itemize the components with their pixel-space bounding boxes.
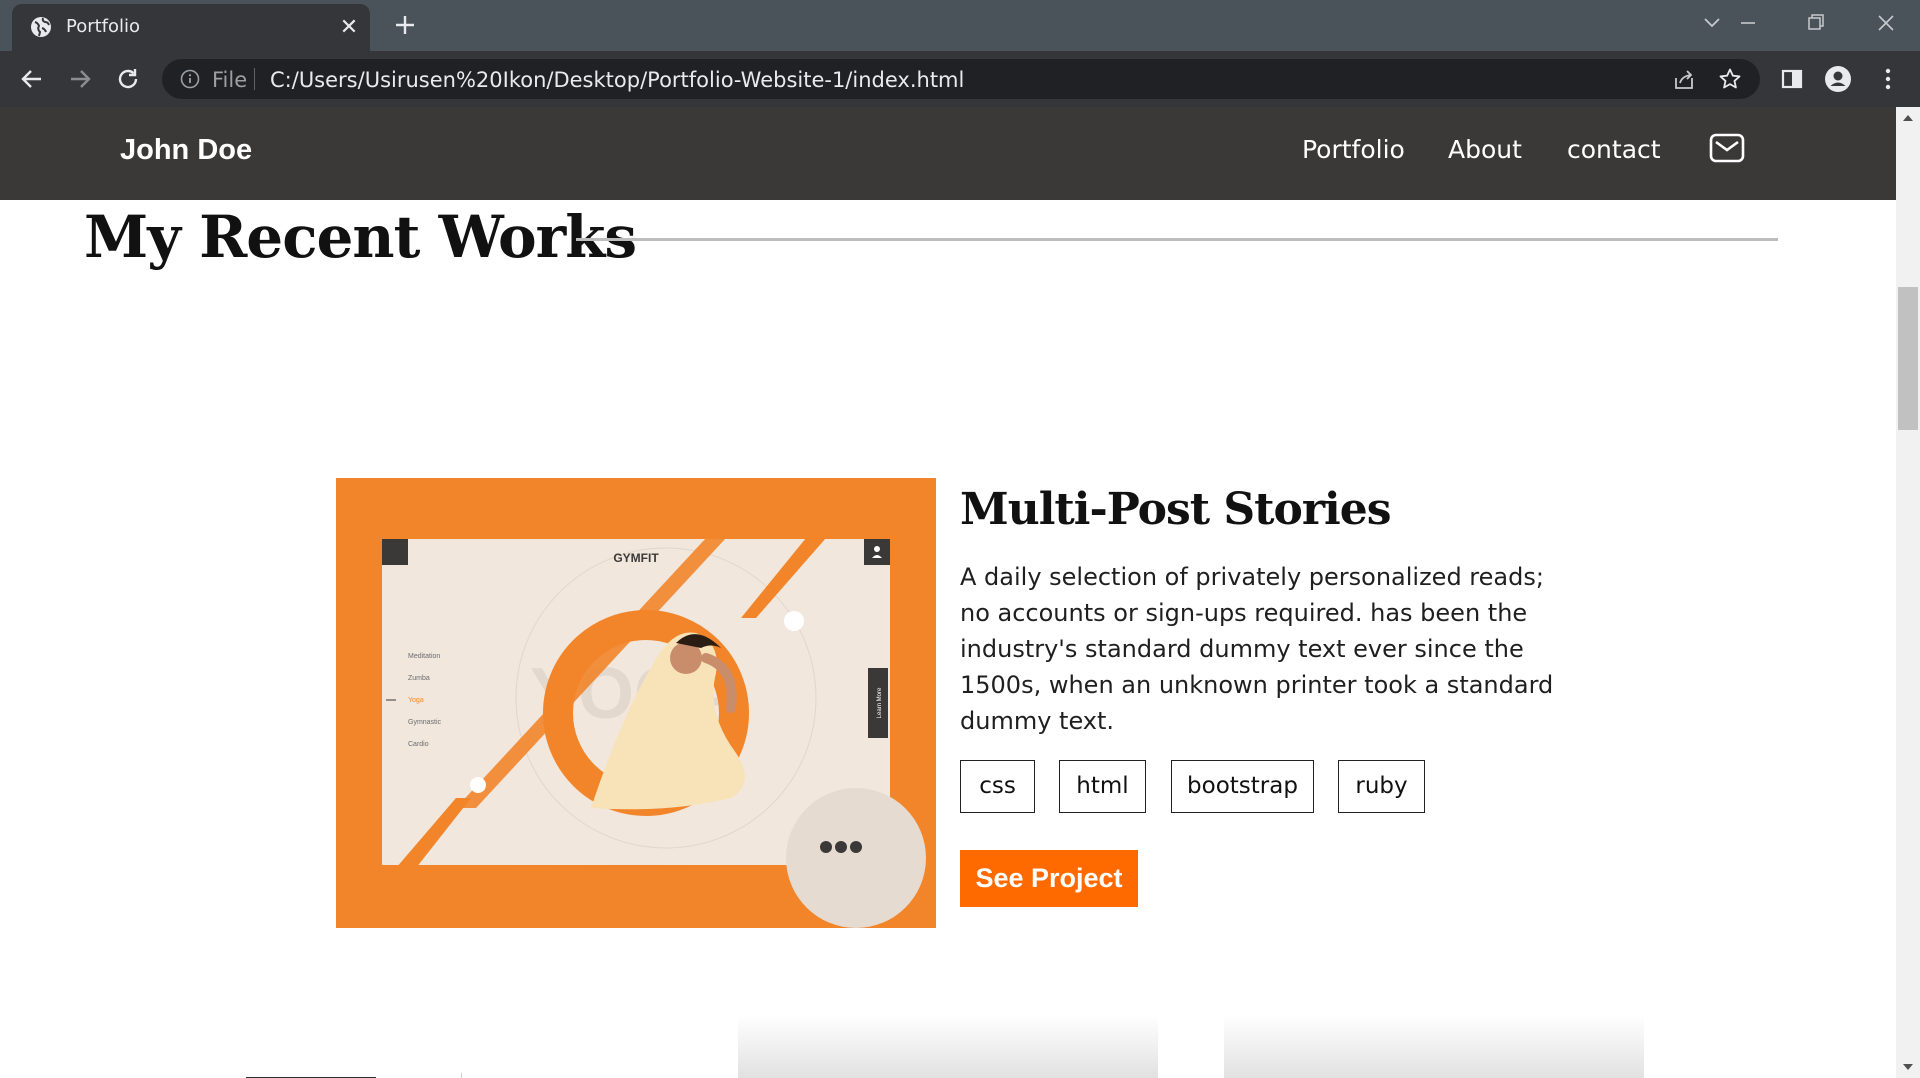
see-project-button[interactable]: See Project (960, 850, 1138, 907)
next-project-card (1224, 1015, 1644, 1078)
minimize-icon[interactable] (1728, 8, 1768, 38)
tab-title: Portfolio (66, 16, 141, 37)
section-title: My Recent Works (84, 203, 637, 271)
title-divider (576, 238, 1778, 241)
more-menu-icon[interactable] (1874, 65, 1902, 93)
new-tab-icon[interactable] (390, 10, 420, 40)
globe-icon (31, 17, 51, 37)
mockup-menu-yoga: Yoga (408, 697, 424, 704)
restore-icon[interactable] (1796, 8, 1836, 38)
nav-link-about[interactable]: About (1448, 135, 1522, 164)
page-viewport: John Doe Portfolio About contact My Rece… (0, 107, 1896, 1078)
vertical-scrollbar[interactable] (1896, 107, 1920, 1078)
info-icon[interactable] (180, 69, 200, 89)
next-project-card (738, 1015, 1158, 1078)
project-screenshot: GYMFIT YOGA Meditation Zumba Yoga Gymnas… (336, 478, 936, 928)
mail-icon[interactable] (1709, 133, 1745, 163)
close-tab-icon[interactable]: ✕ (336, 14, 362, 40)
bookmark-star-icon[interactable] (1718, 67, 1742, 91)
browser-tab-bar: Portfolio ✕ (0, 0, 1920, 51)
mockup-brand: GYMFIT (613, 551, 659, 565)
tab-search-icon[interactable] (1692, 8, 1732, 38)
mockup-menu-meditation: Meditation (408, 653, 440, 660)
project-description: A daily selection of privately personali… (960, 563, 1554, 735)
scrollbar-thumb[interactable] (1898, 287, 1918, 430)
browser-toolbar: File C:/Users/Usirusen%20Ikon/Desktop/Po… (0, 51, 1920, 107)
mockup-menu-cardio: Cardio (408, 741, 429, 748)
next-project-heading-partial (246, 1073, 462, 1078)
mockup-side-button: Learn More (877, 687, 883, 718)
profile-avatar-icon[interactable] (1824, 65, 1852, 93)
tag-css: css (960, 760, 1035, 813)
forward-arrow-icon[interactable] (66, 65, 94, 93)
back-arrow-icon[interactable] (18, 65, 46, 93)
address-bar[interactable]: File C:/Users/Usirusen%20Ikon/Desktop/Po… (162, 59, 1760, 99)
reload-icon[interactable] (114, 65, 142, 93)
site-header: John Doe Portfolio About contact (0, 107, 1896, 200)
address-scheme-label: File (212, 68, 248, 92)
side-panel-icon[interactable] (1778, 65, 1806, 93)
project-title: Multi-Post Stories (960, 484, 1391, 535)
tag-html: html (1059, 760, 1146, 813)
scroll-up-arrow-icon[interactable] (1902, 113, 1914, 123)
share-icon[interactable] (1672, 68, 1696, 92)
nav-link-contact[interactable]: contact (1567, 135, 1661, 164)
tag-ruby: ruby (1338, 760, 1425, 813)
tag-bootstrap: bootstrap (1171, 760, 1314, 813)
mockup-menu-gymnastic: Gymnastic (408, 719, 442, 726)
scroll-down-arrow-icon[interactable] (1902, 1062, 1914, 1072)
nav-link-portfolio[interactable]: Portfolio (1302, 135, 1405, 164)
close-window-icon[interactable] (1866, 8, 1906, 38)
address-divider (254, 68, 255, 90)
brand-logo[interactable]: John Doe (120, 134, 252, 167)
mockup-menu-zumba: Zumba (408, 675, 430, 682)
url-text[interactable]: C:/Users/Usirusen%20Ikon/Desktop/Portfol… (270, 68, 964, 92)
browser-tab[interactable]: Portfolio ✕ (12, 4, 370, 51)
